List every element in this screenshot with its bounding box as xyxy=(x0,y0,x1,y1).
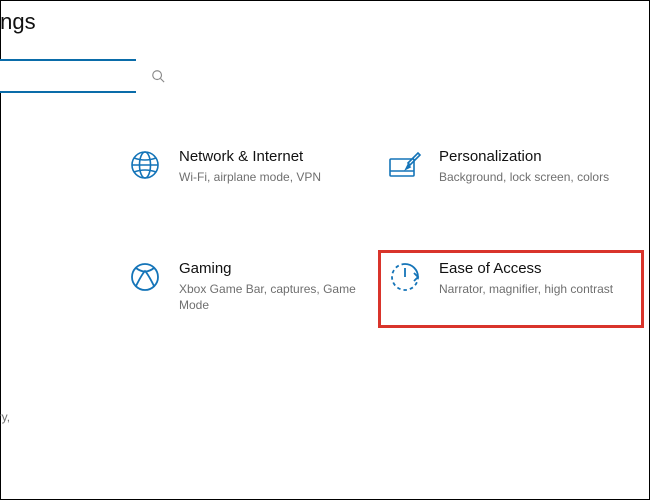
tile-text: Network & Internet Wi-Fi, airplane mode,… xyxy=(179,147,375,185)
search-box[interactable] xyxy=(0,59,136,93)
tile-desc: Background, lock screen, colors xyxy=(439,169,619,185)
globe-icon xyxy=(127,147,163,183)
tile-label: urity xyxy=(0,387,115,407)
page-title: ttings xyxy=(0,9,36,35)
xbox-icon xyxy=(127,259,163,295)
tile-text: Gaming Xbox Game Bar, captures, Game Mod… xyxy=(179,259,375,313)
settings-window: ttings , iPhone xyxy=(0,0,650,500)
tile-desc: Wi-Fi, airplane mode, VPN xyxy=(179,169,359,185)
tile-ease-of-access[interactable]: Ease of Access Narrator, magnifier, high… xyxy=(381,253,641,325)
tile-label: Network & Internet xyxy=(179,147,375,167)
tile-desc: Narrator, magnifier, high contrast xyxy=(439,281,619,297)
tile-text: , iPhone xyxy=(0,147,115,165)
tile-desc: Xbox Game Bar, captures, Game Mode xyxy=(179,281,359,313)
settings-grid: , iPhone Network & Internet Wi-Fi, airpl… xyxy=(0,141,650,437)
tile-desc: ate xyxy=(0,281,115,297)
paintbrush-icon xyxy=(387,147,423,183)
tile-time-language[interactable]: age ate xyxy=(0,253,121,325)
tile-label: Personalization xyxy=(439,147,635,167)
tile-personalization[interactable]: Personalization Background, lock screen,… xyxy=(381,141,641,197)
ease-of-access-icon xyxy=(387,259,423,295)
tile-label: age xyxy=(0,259,115,279)
tile-desc: s, recovery, xyxy=(0,409,115,425)
tile-text: Ease of Access Narrator, magnifier, high… xyxy=(439,259,635,297)
tile-phone[interactable]: , iPhone xyxy=(0,141,121,197)
tile-text: age ate xyxy=(0,259,115,297)
tile-text: urity s, recovery, xyxy=(0,387,115,425)
tile-desc: , iPhone xyxy=(0,149,115,165)
search-icon xyxy=(151,69,165,83)
tile-update-security[interactable]: urity s, recovery, xyxy=(0,381,121,437)
tile-network[interactable]: Network & Internet Wi-Fi, airplane mode,… xyxy=(121,141,381,197)
tile-label: Gaming xyxy=(179,259,375,279)
tile-text: Personalization Background, lock screen,… xyxy=(439,147,635,185)
search-input[interactable] xyxy=(0,61,151,91)
tile-label: Ease of Access xyxy=(439,259,635,279)
tile-gaming[interactable]: Gaming Xbox Game Bar, captures, Game Mod… xyxy=(121,253,381,325)
